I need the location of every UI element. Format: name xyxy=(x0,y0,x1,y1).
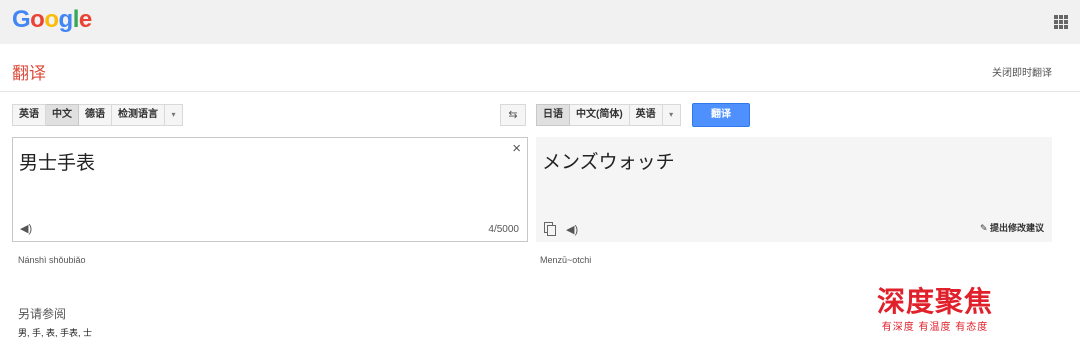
target-lang-english[interactable]: 英语 xyxy=(629,104,663,126)
apps-grid-icon[interactable] xyxy=(1054,15,1068,29)
watermark-logo: 深度聚焦 有深度 有温度 有态度 xyxy=(860,285,1010,334)
top-bar: Google xyxy=(0,0,1080,44)
source-lang-german[interactable]: 德语 xyxy=(79,104,112,126)
source-romanization: Nánshì shǒubiǎo xyxy=(18,255,86,265)
source-lang-english[interactable]: 英语 xyxy=(12,104,46,126)
target-romanization: Menzū~otchi xyxy=(540,255,592,265)
logo-letter: e xyxy=(78,6,92,33)
logo-letter: G xyxy=(12,6,31,33)
copy-icon[interactable] xyxy=(544,222,556,236)
turn-off-instant-link[interactable]: 关闭即时翻译 xyxy=(992,64,1052,79)
see-also-title: 另请参阅 xyxy=(18,307,67,321)
clear-icon[interactable]: × xyxy=(512,140,521,157)
watermark-sub-text: 有深度 有温度 有态度 xyxy=(881,322,989,333)
target-lang-chinese-simplified[interactable]: 中文(简体) xyxy=(570,104,630,126)
target-language-bar: 日语 中文(简体) 英语 ▾ xyxy=(536,104,681,126)
target-lang-japanese[interactable]: 日语 xyxy=(536,104,570,126)
character-count: 4/5000 xyxy=(488,224,519,235)
swap-languages-icon[interactable]: ⇆ xyxy=(500,104,526,126)
translate-button[interactable]: 翻译 xyxy=(692,103,750,127)
source-lang-chinese[interactable]: 中文 xyxy=(46,104,79,126)
translation-output: メンズウォッチ ◀) ✎ 提出修改建议 xyxy=(536,137,1052,242)
watermark-main-text: 深度聚焦 xyxy=(876,285,993,318)
source-speaker-icon[interactable]: ◀) xyxy=(20,222,32,235)
suggest-edit-link[interactable]: ✎ 提出修改建议 xyxy=(980,221,1044,234)
logo-letter: o xyxy=(44,6,59,33)
source-lang-detect[interactable]: 检测语言 xyxy=(112,104,165,126)
see-also-list[interactable]: 男, 手, 表, 手表, 士 xyxy=(18,326,92,339)
page-title: 翻译 xyxy=(12,64,46,83)
translated-text: メンズウォッチ xyxy=(542,152,675,173)
source-text[interactable]: 男士手表 xyxy=(19,148,95,175)
logo-letter: o xyxy=(30,6,45,33)
logo-letter: g xyxy=(58,6,74,33)
sub-header: 翻译 关闭即时翻译 xyxy=(0,44,1080,92)
google-logo[interactable]: Google xyxy=(12,6,92,34)
source-text-input[interactable]: 男士手表 × ◀) 4/5000 xyxy=(12,137,528,242)
source-lang-dropdown-icon[interactable]: ▾ xyxy=(165,104,183,126)
target-lang-dropdown-icon[interactable]: ▾ xyxy=(662,104,681,126)
source-language-bar: 英语 中文 德语 检测语言 ▾ xyxy=(12,104,183,126)
target-speaker-icon[interactable]: ◀) xyxy=(566,223,578,236)
